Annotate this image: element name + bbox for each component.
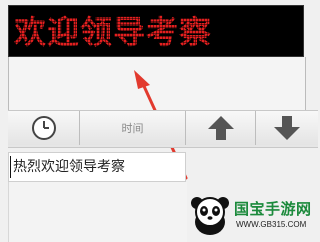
clock-icon — [31, 116, 56, 140]
watermark-url: WWW.GB315.COM — [236, 220, 307, 229]
led-display-text: 欢迎领导考察 — [14, 13, 213, 51]
arrow-down-icon — [274, 116, 300, 140]
time-button-label: 时间 — [121, 122, 144, 135]
watermark-name: 国宝手游网 — [234, 200, 312, 218]
watermark: 国宝手游网 WWW.GB315.COM — [188, 192, 318, 240]
clock-button[interactable] — [8, 111, 80, 145]
move-up-button[interactable] — [186, 111, 256, 145]
arrow-up-icon — [207, 116, 234, 140]
text-caret — [10, 156, 11, 178]
message-input[interactable]: 热烈欢迎领导考察 — [8, 152, 186, 182]
preview-area — [8, 57, 306, 111]
move-down-button[interactable] — [256, 111, 318, 145]
panda-logo — [191, 197, 229, 235]
time-button[interactable]: 时间 — [80, 111, 186, 145]
lower-panel — [8, 182, 187, 242]
led-display: 欢迎领导考察 — [8, 5, 304, 57]
toolbar: 时间 — [8, 110, 318, 148]
